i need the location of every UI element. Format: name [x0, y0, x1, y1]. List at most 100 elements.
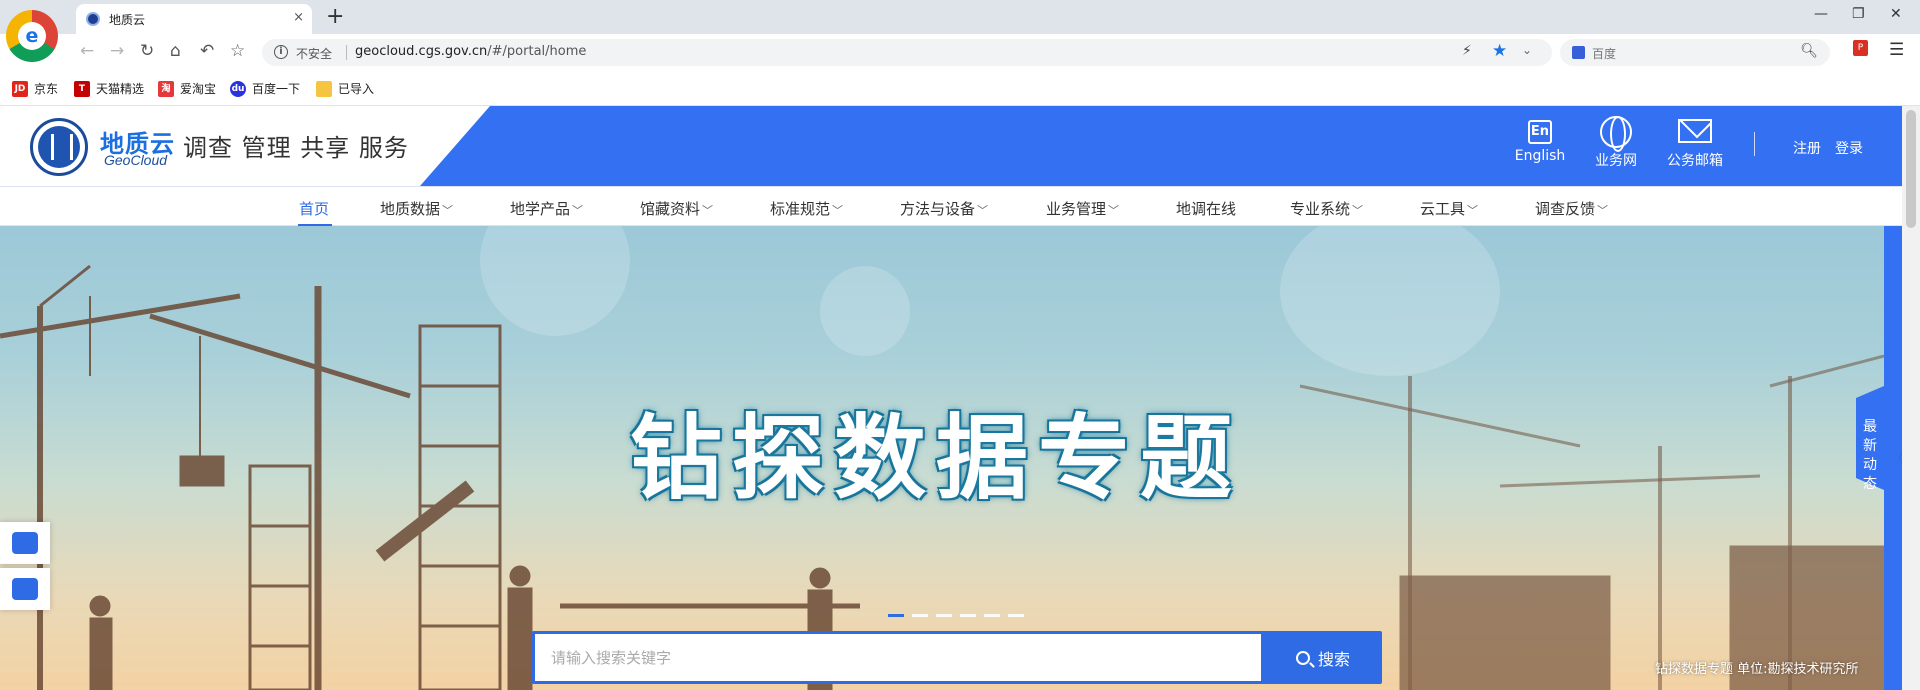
bookmark-label: 天猫精选: [96, 82, 145, 96]
main-nav: 首页 地质数据 ﹀ 地学产品 ﹀ 馆藏资料 ﹀ 标准规范 ﹀ 方法与设备 ﹀ 业务管理 ﹀ …: [0, 186, 1920, 227]
site-favicon-icon: [86, 12, 100, 26]
floating-map-button[interactable]: [0, 522, 50, 564]
browser-toolbar: ← → ↻ ⌂ ↶ ☆ i 不安全 geocloud.cgs.gov.cn/#/…: [0, 34, 1920, 70]
official-mail-button[interactable]: 公务邮箱: [1662, 116, 1728, 170]
bookmark-label: 已导入: [338, 82, 375, 96]
bookmark-star-outline-icon[interactable]: ☆: [230, 40, 245, 62]
site-search-bar: 搜索: [532, 631, 1382, 684]
hero-banner[interactable]: 钻探数据专题 搜索 钻探数据专题 单位:勘探技术研究所: [0, 226, 1884, 690]
business-net-label: 业务网: [1595, 153, 1637, 169]
nav-label: 专业系统: [1290, 200, 1351, 218]
url-host: geocloud.cgs.gov.cn: [355, 44, 488, 59]
nav-label: 地质数据: [380, 200, 441, 218]
chevron-down-icon[interactable]: ⌄: [1522, 43, 1532, 57]
tab-close-icon[interactable]: ×: [293, 10, 304, 25]
nav-label: 首页: [299, 200, 330, 218]
new-tab-button[interactable]: +: [326, 4, 344, 30]
home-icon[interactable]: ⌂: [170, 40, 181, 62]
nav-label: 云工具: [1420, 200, 1466, 218]
carousel-dot[interactable]: [1008, 614, 1024, 617]
latest-news-label[interactable]: 最新动态: [1863, 418, 1877, 494]
address-bar[interactable]: i 不安全 geocloud.cgs.gov.cn/#/portal/home …: [262, 39, 1552, 66]
nav-label: 馆藏资料: [640, 200, 701, 218]
nav-item-professional-systems[interactable]: 专业系统 ﹀: [1290, 198, 1363, 219]
business-net-button[interactable]: 业务网: [1590, 116, 1642, 170]
search-icon[interactable]: 🔍︎: [1800, 43, 1818, 59]
nav-item-survey-feedback[interactable]: 调查反馈 ﹀: [1535, 198, 1608, 219]
chevron-down-icon: ﹀: [702, 204, 714, 217]
reload-icon[interactable]: ↻: [140, 40, 154, 62]
carousel-dot[interactable]: [960, 614, 976, 617]
carousel-dot[interactable]: [888, 614, 904, 617]
menu-icon[interactable]: ☰: [1889, 40, 1904, 60]
page-scrollbar[interactable]: [1902, 106, 1920, 690]
bookmark-baidu[interactable]: du 百度一下: [230, 80, 300, 97]
nav-item-standards[interactable]: 标准规范 ﹀: [770, 198, 843, 219]
search-button[interactable]: 搜索: [1264, 631, 1382, 684]
nav-label: 调查反馈: [1535, 200, 1596, 218]
geological-survey-emblem-icon[interactable]: [30, 118, 88, 176]
bookmarks-bar: JD 京东 T 天猫精选 淘爱淘宝 du 百度一下 已导入: [0, 70, 1920, 106]
nav-label: 方法与设备: [900, 200, 976, 218]
nav-item-cloud-tools[interactable]: 云工具 ﹀: [1420, 198, 1478, 219]
scrollbar-thumb[interactable]: [1906, 110, 1916, 228]
english-button[interactable]: En English: [1514, 116, 1566, 164]
info-icon[interactable]: i: [274, 45, 288, 59]
restore-button[interactable]: ❐: [1852, 6, 1865, 22]
security-label: 不安全: [296, 47, 333, 61]
nav-item-geo-products[interactable]: 地学产品 ﹀: [510, 198, 583, 219]
folder-icon: [316, 80, 332, 97]
url-path: /#/portal/home: [487, 44, 587, 59]
address-separator: [346, 45, 347, 60]
nav-label: 业务管理: [1046, 200, 1107, 218]
english-label: English: [1514, 148, 1566, 164]
aitaobao-icon: 淘: [158, 80, 174, 97]
map-shield-icon: [12, 532, 38, 554]
browser-logo-icon[interactable]: e: [6, 10, 58, 62]
bookmark-aitaobao[interactable]: 淘爱淘宝: [158, 80, 216, 97]
nav-item-geo-data[interactable]: 地质数据 ﹀: [380, 198, 453, 219]
login-link[interactable]: 登录: [1835, 138, 1863, 158]
search-input[interactable]: [535, 634, 1261, 681]
forward-icon[interactable]: →: [110, 40, 124, 62]
english-icon: En: [1528, 120, 1552, 144]
back-icon[interactable]: ←: [80, 40, 94, 62]
browser-tabstrip: 地质云 × + — ❐ ✕: [0, 0, 1920, 34]
nav-item-business-management[interactable]: 业务管理 ﹀: [1046, 198, 1119, 219]
floating-cloud-button[interactable]: [0, 568, 50, 610]
nav-item-archives[interactable]: 馆藏资料 ﹀: [640, 198, 713, 219]
carousel-dot[interactable]: [936, 614, 952, 617]
bookmark-star-icon[interactable]: ★: [1492, 41, 1507, 61]
bookmark-jd[interactable]: JD 京东: [12, 80, 58, 97]
search-button-label: 搜索: [1317, 649, 1350, 669]
minimize-button[interactable]: —: [1814, 6, 1828, 22]
bookmark-label: 京东: [34, 82, 59, 96]
pdf-icon[interactable]: P: [1853, 40, 1868, 56]
banner-title: 钻探数据专题: [630, 405, 1243, 512]
bookmark-label: 爱淘宝: [180, 82, 217, 96]
bookmark-imported[interactable]: 已导入: [316, 80, 374, 97]
nav-item-home[interactable]: 首页: [299, 198, 329, 219]
carousel-dot[interactable]: [912, 614, 928, 617]
undo-icon[interactable]: ↶: [200, 40, 214, 62]
chevron-down-icon: ﹀: [977, 204, 989, 217]
register-link[interactable]: 注册: [1793, 138, 1821, 158]
baidu-icon: [1572, 46, 1585, 59]
tmall-icon: T: [74, 80, 90, 97]
site-header: 地质云 GeoCloud 调查 管理 共享 服务 En English 业务网 …: [0, 106, 1920, 186]
browser-search-box[interactable]: 百度 🔍︎: [1560, 39, 1830, 66]
url-text[interactable]: geocloud.cgs.gov.cn/#/portal/home: [355, 44, 586, 59]
window-close-button[interactable]: ✕: [1890, 6, 1902, 22]
bookmark-tmall[interactable]: T 天猫精选: [74, 80, 144, 97]
flash-icon[interactable]: ⚡: [1462, 43, 1472, 59]
chevron-down-icon: ﹀: [1108, 204, 1120, 217]
browser-tab[interactable]: 地质云 ×: [76, 4, 312, 34]
chevron-down-icon: ﹀: [832, 204, 844, 217]
chevron-down-icon: ﹀: [1352, 204, 1364, 217]
nav-item-methods-equipment[interactable]: 方法与设备 ﹀: [900, 198, 988, 219]
nav-item-survey-online[interactable]: 地调在线: [1176, 198, 1236, 219]
bookmark-label: 百度一下: [252, 82, 301, 96]
search-icon: [1295, 650, 1310, 665]
nav-label: 地学产品: [510, 200, 571, 218]
carousel-dot[interactable]: [984, 614, 1000, 617]
